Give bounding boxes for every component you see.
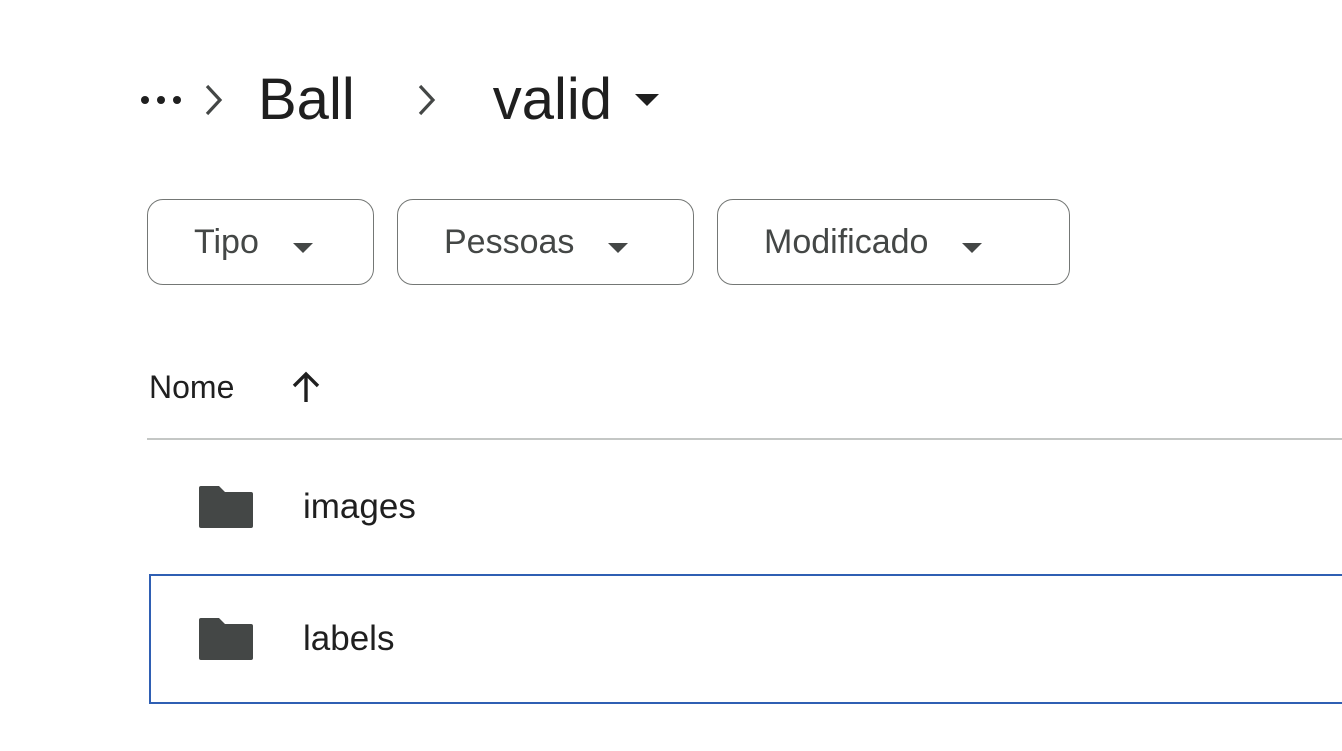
list-item[interactable]: images	[149, 442, 1342, 572]
filter-chip-tipo[interactable]: Tipo	[147, 199, 374, 285]
chevron-right-icon	[184, 80, 244, 120]
breadcrumb-current-folder-button[interactable]: valid	[493, 62, 660, 138]
filter-chips: Tipo Pessoas Modificado	[147, 199, 1070, 285]
breadcrumb: Ball valid	[138, 62, 660, 138]
list-item-name: labels	[303, 619, 395, 658]
arrow-drop-down-icon	[292, 223, 313, 262]
arrow-upward-icon[interactable]	[286, 367, 326, 407]
list-item-name: images	[303, 487, 416, 526]
filter-chip-pessoas[interactable]: Pessoas	[397, 199, 694, 285]
list-item-selected[interactable]: labels	[149, 574, 1342, 704]
folder-icon	[197, 615, 255, 663]
arrow-drop-down-icon	[608, 223, 629, 262]
filter-chip-label: Pessoas	[444, 222, 575, 261]
drive-folder-view: Ball valid Tipo Pessoas Modificado Nome …	[0, 0, 1342, 751]
header-divider	[147, 438, 1342, 440]
filter-chip-modificado[interactable]: Modificado	[717, 199, 1070, 285]
chevron-right-icon	[397, 80, 457, 120]
folder-icon	[197, 483, 255, 531]
breadcrumb-item-current: valid	[492, 67, 613, 132]
arrow-drop-down-icon	[634, 93, 660, 112]
arrow-drop-down-icon	[962, 223, 983, 262]
filter-chip-label: Tipo	[194, 222, 259, 261]
column-header-name[interactable]: Nome	[149, 369, 234, 406]
list-header: Nome	[149, 360, 326, 414]
more-horiz-icon[interactable]	[138, 80, 184, 120]
filter-chip-label: Modificado	[764, 222, 929, 261]
breadcrumb-item-parent[interactable]: Ball	[258, 62, 355, 138]
